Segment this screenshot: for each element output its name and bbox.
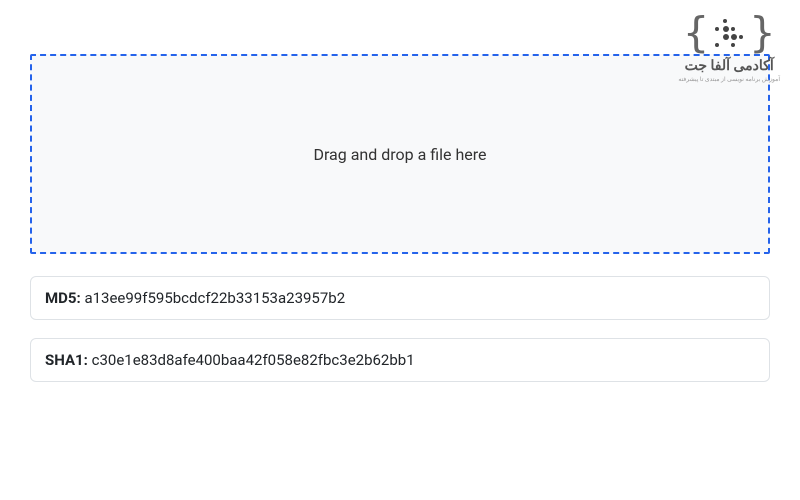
logo-braces-icon: { } bbox=[683, 12, 775, 54]
file-dropzone[interactable]: Drag and drop a file here bbox=[30, 54, 770, 254]
sha1-label: SHA1: bbox=[45, 351, 88, 369]
logo-subtitle: آموزش برنامه نویسی از مبتدی تا پیشرفته bbox=[678, 76, 780, 83]
brand-logo: { } آکادمی آلفا جت آموزش برنامه نویسی از… bbox=[678, 12, 780, 83]
md5-label: MD5: bbox=[45, 289, 81, 307]
sha1-value: c30e1e83d8afe400baa42f058e82fbc3e2b62bb1 bbox=[92, 351, 415, 369]
hash-row-md5: MD5: a13ee99f595bcdcf22b33153a23957b2 bbox=[30, 276, 770, 320]
logo-title: آکادمی آلفا جت bbox=[685, 58, 774, 74]
dropzone-text: Drag and drop a file here bbox=[313, 145, 486, 164]
md5-value: a13ee99f595bcdcf22b33153a23957b2 bbox=[84, 289, 345, 307]
hash-row-sha1: SHA1: c30e1e83d8afe400baa42f058e82fbc3e2… bbox=[30, 338, 770, 382]
logo-dots-icon bbox=[715, 19, 744, 48]
